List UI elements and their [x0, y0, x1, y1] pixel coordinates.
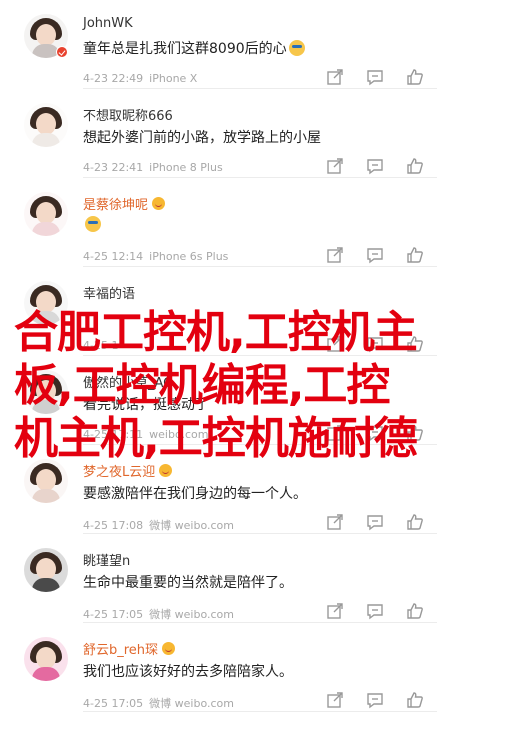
member-badge-icon — [152, 197, 166, 210]
like-icon[interactable] — [405, 67, 425, 87]
divider — [83, 711, 437, 712]
username[interactable]: 眺瑾望n — [83, 550, 130, 569]
username[interactable]: 是蔡徐坤呢 — [83, 194, 166, 213]
avatar[interactable] — [24, 548, 68, 592]
username[interactable]: 舒云b_reh琛 — [83, 639, 176, 658]
share-icon[interactable] — [325, 245, 345, 265]
member-badge-icon — [159, 464, 173, 477]
like-icon[interactable] — [405, 156, 425, 176]
comment-text: 想起外婆门前的小路，放学路上的小屋 — [83, 130, 321, 146]
comment-text — [83, 216, 101, 233]
share-icon[interactable] — [325, 156, 345, 176]
comment-actions — [325, 601, 435, 621]
source: 微博 weibo.com — [149, 608, 234, 621]
emoji-icon — [288, 40, 305, 56]
overlay-line: 板,工控机编程,工控 — [14, 360, 390, 411]
share-icon[interactable] — [325, 601, 345, 621]
comment-meta: 4-25 17:08 微博 weibo.com — [83, 517, 234, 533]
timestamp: 4-25 17:05 — [83, 697, 144, 710]
reply-icon[interactable] — [365, 67, 385, 87]
comment-meta: 4-23 22:41 iPhone 8 Plus — [83, 161, 223, 174]
comment-item: 眺瑾望n 生命中最重要的当然就是陪伴了。 4-25 17:05 微博 weibo.co… — [0, 534, 507, 623]
avatar[interactable] — [24, 103, 68, 147]
timestamp: 4-23 22:41 — [83, 161, 144, 174]
comment-item: 舒云b_reh琛我们也应该好好的去多陪陪家人。 4-25 17:05 微博 weib… — [0, 623, 507, 712]
comment-meta: 4-25 12:14 iPhone 6s Plus — [83, 250, 228, 263]
timestamp: 4-25 17:08 — [83, 519, 144, 532]
comment-meta: 4-25 17:05 微博 weibo.com — [83, 606, 234, 622]
comment-actions — [325, 67, 435, 87]
timestamp: 4-23 22:49 — [83, 72, 144, 85]
share-icon[interactable] — [325, 512, 345, 532]
member-badge-icon — [162, 642, 176, 655]
comment-text: 童年总是扎我们这群8090后的心 — [83, 38, 305, 58]
source: 微博 weibo.com — [149, 697, 234, 710]
username[interactable]: 不想取昵称666 — [83, 105, 173, 124]
like-icon[interactable] — [405, 601, 425, 621]
comment-meta: 4-23 22:49 iPhone X — [83, 72, 197, 85]
comment-actions — [325, 512, 435, 532]
reply-icon[interactable] — [365, 156, 385, 176]
reply-icon[interactable] — [365, 512, 385, 532]
source: 微博 weibo.com — [149, 519, 234, 532]
reply-icon[interactable] — [365, 601, 385, 621]
username[interactable]: 幸福的语 — [83, 283, 135, 302]
overlay-line: 机主机,工控机施耐德 — [14, 413, 418, 464]
comment-actions — [325, 245, 435, 265]
share-icon[interactable] — [325, 67, 345, 87]
reply-icon[interactable] — [365, 245, 385, 265]
overlay-line: 合肥工控机,工控机主 — [14, 307, 418, 358]
reply-icon[interactable] — [365, 690, 385, 710]
comment-text: 生命中最重要的当然就是陪伴了。 — [83, 575, 293, 591]
comment-item: 是蔡徐坤呢 4-25 12:14 iPhone 6s Plus — [0, 178, 507, 267]
username[interactable]: JohnWK — [83, 16, 133, 31]
comment-item: 不想取昵称666 想起外婆门前的小路，放学路上的小屋 4-23 22:41 iPhon… — [0, 89, 507, 178]
comment-item: JohnWK 童年总是扎我们这群8090后的心 4-23 22:49 iPhone X — [0, 0, 507, 89]
like-icon[interactable] — [405, 245, 425, 265]
comment-meta: 4-25 17:05 微博 weibo.com — [83, 695, 234, 711]
comment-actions — [325, 156, 435, 176]
verified-badge-icon — [56, 46, 68, 58]
overlay-banner: 合肥工控机,工控机主 板,工控机编程,工控 机主机,工控机施耐德 — [0, 306, 507, 465]
avatar[interactable] — [24, 192, 68, 236]
source: iPhone 6s Plus — [149, 250, 229, 263]
comment-text: 要感激陪伴在我们身边的每一个人。 — [83, 486, 307, 502]
source: iPhone 8 Plus — [149, 161, 223, 174]
timestamp: 4-25 12:14 — [83, 250, 144, 263]
like-icon[interactable] — [405, 512, 425, 532]
timestamp: 4-25 17:05 — [83, 608, 144, 621]
like-icon[interactable] — [405, 690, 425, 710]
source: iPhone X — [149, 72, 198, 85]
share-icon[interactable] — [325, 690, 345, 710]
avatar[interactable] — [24, 459, 68, 503]
avatar[interactable] — [24, 637, 68, 681]
comment-actions — [325, 690, 435, 710]
comment-text: 我们也应该好好的去多陪陪家人。 — [83, 664, 293, 680]
emoji-icon — [85, 216, 101, 232]
